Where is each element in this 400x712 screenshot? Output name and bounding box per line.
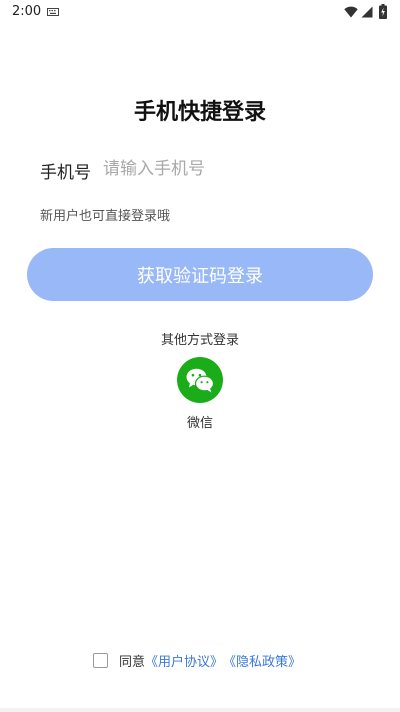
status-bar: 2:00 [0, 0, 400, 24]
get-code-login-button[interactable]: 获取验证码登录 [27, 248, 373, 301]
wechat-login-button[interactable] [177, 357, 223, 403]
wechat-label: 微信 [186, 416, 213, 431]
signal-icon [361, 6, 373, 18]
battery-icon [379, 4, 387, 19]
wechat-icon [186, 368, 215, 393]
agree-checkbox[interactable] [93, 652, 108, 668]
page-title: 手机快捷登录 [133, 100, 266, 125]
privacy-policy-link[interactable]: 《隐私政策》 [223, 651, 301, 670]
agreement-row: 同意 《用户协议》 《隐私政策》 [93, 651, 301, 670]
new-user-hint: 新用户也可直接登录哦 [40, 209, 171, 224]
other-login-label: 其他方式登录 [160, 333, 239, 348]
bottom-nav-bar [0, 708, 400, 712]
keyboard-icon [47, 8, 59, 16]
status-time: 2:00 [12, 4, 42, 19]
phone-input[interactable] [103, 155, 363, 183]
user-agreement-link[interactable]: 《用户协议》 [145, 651, 223, 670]
agree-prefix: 同意 [119, 654, 146, 670]
phone-label: 手机号 [40, 163, 91, 183]
wifi-icon [344, 6, 358, 18]
